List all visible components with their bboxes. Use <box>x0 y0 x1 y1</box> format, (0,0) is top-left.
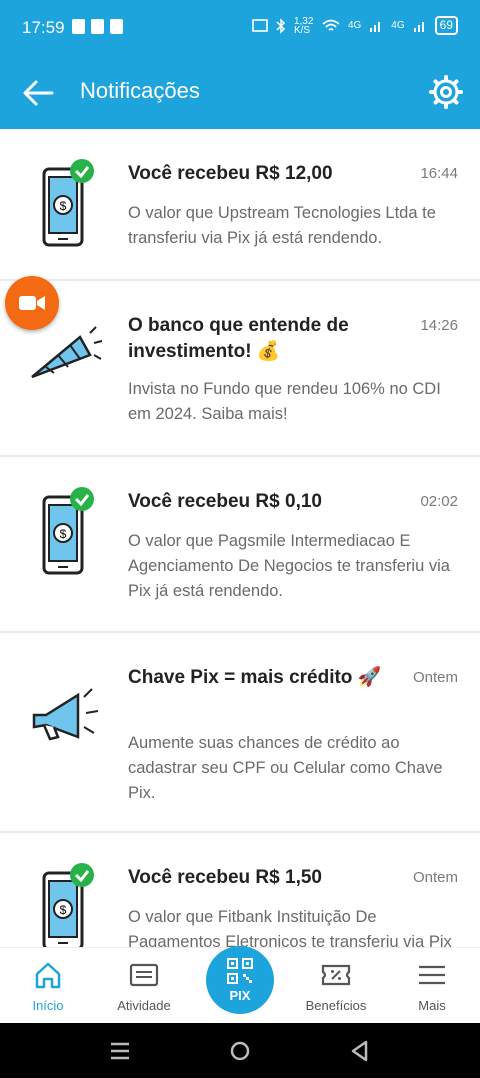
arrow-left-icon <box>23 80 54 106</box>
svg-text:$: $ <box>60 903 67 917</box>
back-button[interactable] <box>20 76 56 110</box>
megaphone-icon <box>24 677 104 773</box>
notification-icon <box>110 19 123 34</box>
svg-text:$: $ <box>60 199 67 213</box>
svg-text:$: $ <box>60 527 67 541</box>
nav-label: Atividade <box>117 998 171 1013</box>
receipt-icon <box>129 963 159 987</box>
status-right-icons: 1,32 K/S 4G 4G 69 <box>252 16 458 35</box>
notification-item[interactable]: $ Você recebeu R$ 12,00 16:44 O valor qu… <box>0 129 480 281</box>
notification-item[interactable]: $ Você recebeu R$ 0,10 02:02 O valor que… <box>0 457 480 633</box>
page-title: Notificações <box>80 78 200 103</box>
signal-icon <box>413 21 424 32</box>
notification-item[interactable]: Chave Pix = mais crédito 🚀 Ontem Aumente… <box>0 633 480 833</box>
video-camera-icon <box>19 296 45 310</box>
nav-label: Benefícios <box>305 998 367 1013</box>
wifi-icon <box>322 19 340 31</box>
hamburger-menu-icon <box>419 965 445 985</box>
notification-body: O valor que Pagsmile Intermediacao E Age… <box>128 532 450 600</box>
system-navigation-bar <box>0 1023 480 1078</box>
nav-inicio[interactable]: Início <box>0 948 96 1024</box>
notification-item[interactable]: $ Você recebeu R$ 1,50 Ontem O valor que… <box>0 833 480 947</box>
signal-icon <box>370 21 381 32</box>
home-icon <box>35 962 61 989</box>
back-triangle-icon[interactable] <box>346 1037 374 1065</box>
signal-label: 4G <box>347 20 362 31</box>
status-time: 17:59 <box>22 18 65 37</box>
qr-code-icon <box>227 958 253 984</box>
notification-time: 14:26 <box>420 317 458 334</box>
video-recorder-button[interactable] <box>5 276 59 330</box>
pix-button[interactable]: PIX <box>206 946 274 1014</box>
nav-beneficios[interactable]: Benefícios <box>288 948 384 1024</box>
app-bar: Notificações <box>0 56 480 129</box>
battery-icon: 69 <box>434 16 458 35</box>
nav-mais[interactable]: Mais <box>384 948 480 1024</box>
cast-icon <box>252 18 268 32</box>
notification-title: Você recebeu R$ 0,10 <box>128 491 322 512</box>
notification-icon <box>91 19 104 34</box>
party-horn-icon <box>24 321 104 417</box>
ticket-discount-icon <box>321 964 351 986</box>
gear-icon <box>429 75 463 109</box>
notification-body: O valor que Fitbank Instituição De Pagam… <box>128 908 452 947</box>
phone-money-check-icon: $ <box>24 483 104 579</box>
notification-body: O valor que Upstream Tecnologies Ltda te… <box>128 204 436 247</box>
recent-apps-icon[interactable] <box>106 1037 134 1065</box>
home-circle-icon[interactable] <box>226 1037 254 1065</box>
status-notification-icons <box>72 19 123 34</box>
notification-title: O banco que entende de investimento! 💰 <box>128 315 349 362</box>
notification-title: Você recebeu R$ 1,50 <box>128 867 322 888</box>
bluetooth-icon <box>276 17 286 34</box>
notification-time: Ontem <box>412 869 458 886</box>
nav-label: Início <box>32 998 64 1013</box>
phone-money-check-icon: $ <box>24 155 104 251</box>
notification-item[interactable]: O banco que entende de investimento! 💰 1… <box>0 281 480 457</box>
pix-label: PIX <box>229 988 251 1003</box>
notification-time: 02:02 <box>420 493 458 510</box>
notification-body: Aumente suas chances de crédito ao cadas… <box>128 734 443 802</box>
signal-label: 4G <box>391 20 405 31</box>
nav-atividade[interactable]: Atividade <box>96 948 192 1024</box>
nav-label: Mais <box>418 998 446 1013</box>
notification-body: Invista no Fundo que rendeu 106% no CDI … <box>128 380 441 423</box>
notification-time: 16:44 <box>420 165 458 182</box>
settings-button[interactable] <box>428 74 464 110</box>
bottom-navigation: Início Atividade PIX Benefícios Mais <box>0 946 480 1024</box>
notification-time: Ontem <box>412 669 458 686</box>
phone-money-check-icon: $ <box>24 859 104 947</box>
notification-title: Você recebeu R$ 12,00 <box>128 163 333 184</box>
notification-list: $ Você recebeu R$ 12,00 16:44 O valor qu… <box>0 129 480 947</box>
net-speed: 1,32 K/S <box>293 15 314 36</box>
status-bar: 17:59 1,32 K/S 4G 4G 69 <box>0 0 480 56</box>
notification-icon <box>72 19 85 34</box>
notification-title: Chave Pix = mais crédito 🚀 <box>128 667 382 688</box>
